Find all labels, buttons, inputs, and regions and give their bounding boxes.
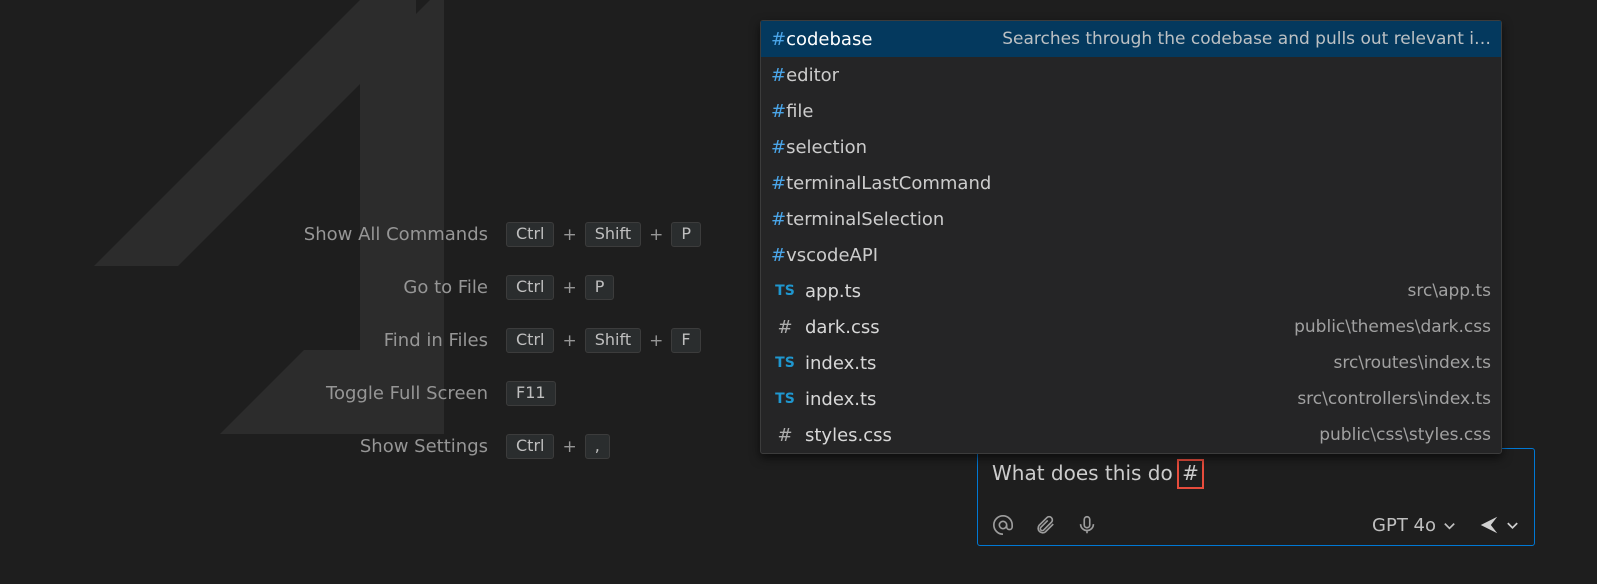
chat-toolbar: GPT 4o [992,513,1520,537]
welcome-row: Toggle Full Screen F11 [0,381,720,406]
suggestion-tag-terminalLastCommand[interactable]: #terminalLastCommand [761,165,1501,201]
kbd-key: Ctrl [506,328,554,353]
chevron-down-icon [1442,518,1457,533]
suggestion-label: selection [786,137,867,158]
suggestion-file[interactable]: # styles.css public\css\styles.css [761,417,1501,453]
kbd-group: Ctrl + Shift + P [506,222,701,247]
suggestion-label: file [786,101,813,122]
kbd-key: F [671,328,700,353]
filename: index.ts [805,389,876,410]
kbd-group: Ctrl +, [506,434,610,459]
kbd-key: P [671,222,701,247]
hash-icon: # [771,29,786,50]
suggestion-tag-vscodeAPI[interactable]: #vscodeAPI [761,237,1501,273]
context-trigger-char: # [1177,459,1204,489]
send-button[interactable] [1477,514,1520,536]
typescript-file-icon: TS [771,283,799,299]
kbd-key: P [585,275,615,300]
suggestion-tag-terminalSelection[interactable]: #terminalSelection [761,201,1501,237]
suggestion-file[interactable]: TS index.ts src\controllers\index.ts [761,381,1501,417]
plus-separator: + [649,331,663,351]
typescript-file-icon: TS [771,391,799,407]
welcome-row: Find in Files Ctrl + Shift + F [0,328,720,353]
kbd-key: Shift [585,222,641,247]
suggestion-label: terminalSelection [786,209,944,230]
suggestion-tag-file[interactable]: #file [761,93,1501,129]
typescript-file-icon: TS [771,355,799,371]
welcome-shortcuts: Show All Commands Ctrl + Shift + P Go to File C… [0,222,720,459]
suggestion-file[interactable]: TS app.ts src\app.ts [761,273,1501,309]
context-suggestion-popup[interactable]: #codebaseSearches through the codebase a… [760,20,1502,454]
suggestion-label: editor [786,65,839,86]
plus-separator: + [649,225,663,245]
welcome-label: Toggle Full Screen [0,383,488,404]
hash-icon: # [771,209,786,230]
filepath: public\css\styles.css [1319,425,1491,445]
kbd-key: , [585,434,610,459]
kbd-group: F11 [506,381,556,406]
suggestion-tag-editor[interactable]: #editor [761,57,1501,93]
filepath: src\controllers\index.ts [1297,389,1491,409]
hash-icon: # [771,137,786,158]
welcome-label: Go to File [0,277,488,298]
suggestion-tag-selection[interactable]: #selection [761,129,1501,165]
welcome-label: Show All Commands [0,224,488,245]
chat-input[interactable]: What does this do # [992,459,1520,513]
css-file-icon: # [771,425,799,446]
hash-icon: # [771,101,786,122]
welcome-row: Show Settings Ctrl +, [0,434,720,459]
suggestion-file[interactable]: # dark.css public\themes\dark.css [761,309,1501,345]
suggestion-label: terminalLastCommand [786,173,991,194]
kbd-key: Ctrl [506,434,554,459]
css-file-icon: # [771,317,799,338]
hash-icon: # [771,245,786,266]
filepath: public\themes\dark.css [1294,317,1491,337]
welcome-row: Show All Commands Ctrl + Shift + P [0,222,720,247]
kbd-key: Ctrl [506,275,554,300]
filepath: src\routes\index.ts [1334,353,1491,373]
at-mention-icon[interactable] [992,513,1014,537]
chat-input-text: What does this do # [992,461,1204,485]
suggestion-description: Searches through the codebase and pulls … [1002,29,1491,49]
model-picker[interactable]: GPT 4o [1372,515,1457,536]
suggestion-tag-codebase[interactable]: #codebase Searches through the codebase a… [761,21,1501,57]
welcome-label: Show Settings [0,436,488,457]
kbd-key: Shift [585,328,641,353]
welcome-label: Find in Files [0,330,488,351]
plus-separator: + [562,278,576,298]
hash-icon: # [771,173,786,194]
welcome-row: Go to File Ctrl + P [0,275,720,300]
microphone-icon[interactable] [1076,513,1098,537]
filename: app.ts [805,281,861,302]
kbd-key: F11 [506,381,556,406]
chat-input-panel: What does this do # GPT 4o [977,448,1535,546]
filepath: src\app.ts [1408,281,1491,301]
kbd-key: Ctrl [506,222,554,247]
chevron-down-icon [1505,514,1520,536]
attach-icon[interactable] [1034,513,1056,537]
kbd-group: Ctrl + P [506,275,614,300]
suggestion-file[interactable]: TS index.ts src\routes\index.ts [761,345,1501,381]
filename: styles.css [805,425,892,446]
plus-separator: + [562,225,576,245]
model-label: GPT 4o [1372,515,1436,536]
filename: dark.css [805,317,880,338]
suggestion-label: vscodeAPI [786,245,878,266]
kbd-group: Ctrl + Shift + F [506,328,701,353]
suggestion-label: codebase [786,29,872,50]
plus-separator: + [562,331,576,351]
plus-separator: + [562,437,576,457]
hash-icon: # [771,65,786,86]
filename: index.ts [805,353,876,374]
